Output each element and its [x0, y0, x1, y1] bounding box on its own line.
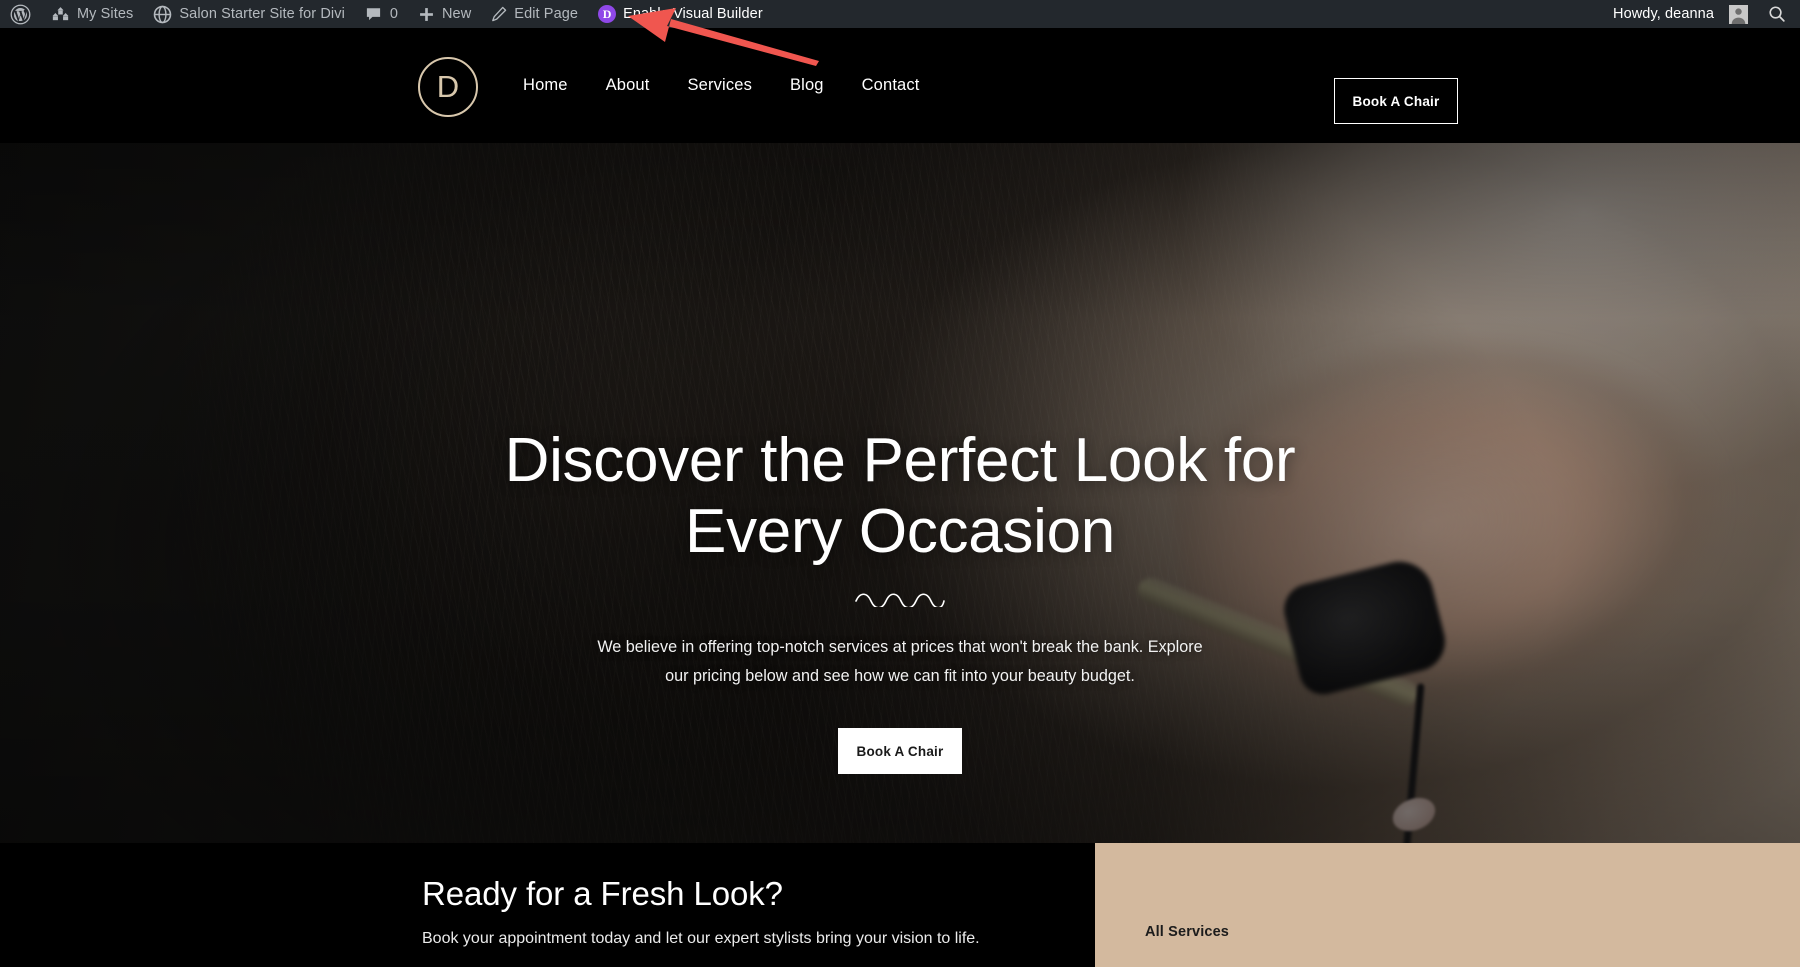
admin-bar-item-enable-visual-builder[interactable]: D Enable Visual Builder: [588, 0, 773, 28]
search-icon: [1768, 5, 1786, 23]
admin-bar-item-comments[interactable]: 0: [355, 0, 408, 28]
nav-item-about[interactable]: About: [587, 76, 669, 95]
admin-bar-item-edit-page[interactable]: Edit Page: [481, 0, 588, 28]
nav-item-blog[interactable]: Blog: [771, 76, 843, 95]
user-avatar-icon: [1729, 4, 1748, 24]
admin-bar-new-label: New: [441, 6, 472, 22]
bottom-section: Ready for a Fresh Look? Book your appoin…: [0, 843, 1800, 967]
admin-bar-site-name-label: Salon Starter Site for Divi: [179, 6, 345, 22]
admin-bar-item-new[interactable]: New: [408, 0, 481, 28]
hero-subtitle: We believe in offering top-notch service…: [597, 638, 1203, 685]
site-logo-letter: D: [436, 68, 460, 104]
wp-logo-button[interactable]: [0, 0, 41, 28]
header-book-a-chair-button[interactable]: Book A Chair: [1334, 78, 1458, 124]
admin-bar-search-button[interactable]: [1758, 0, 1800, 28]
comment-bubble-icon: [365, 6, 382, 23]
all-services-panel: All Services: [1095, 843, 1800, 967]
fresh-look-panel: Ready for a Fresh Look? Book your appoin…: [0, 843, 1095, 967]
site-header: D Home About Services Blog Contact Book …: [0, 28, 1800, 143]
admin-bar-item-site-name[interactable]: Salon Starter Site for Divi: [143, 0, 355, 28]
site-globe-icon: [153, 5, 172, 24]
nav-item-home[interactable]: Home: [504, 76, 587, 95]
hero-title-line-2: Every Occasion: [685, 496, 1115, 566]
divi-d-icon: D: [598, 5, 617, 23]
wp-admin-bar: My Sites Salon Starter Site for Divi 0 N…: [0, 0, 1800, 28]
nav-item-contact[interactable]: Contact: [843, 76, 939, 95]
admin-bar-my-sites-label: My Sites: [77, 6, 134, 22]
pencil-icon: [491, 6, 507, 22]
fresh-look-subtext: Book your appointment today and let our …: [422, 930, 980, 947]
fresh-look-heading: Ready for a Fresh Look?: [422, 875, 783, 912]
all-services-label: All Services: [1145, 924, 1230, 940]
hero-title: Discover the Perfect Look for Every Occa…: [450, 426, 1350, 567]
admin-bar-item-my-sites[interactable]: My Sites: [41, 0, 143, 28]
hero-content: Discover the Perfect Look for Every Occa…: [0, 143, 1800, 843]
hero-title-line-1: Discover the Perfect Look for: [504, 426, 1296, 495]
enable-visual-builder-label: Enable Visual Builder: [623, 6, 763, 22]
wavy-line-divider-icon: [855, 593, 945, 608]
comment-count: 0: [389, 6, 398, 22]
primary-navigation: Home About Services Blog Contact: [504, 28, 939, 143]
admin-bar-my-account[interactable]: Howdy, deanna: [1603, 0, 1758, 28]
plus-icon: [418, 6, 435, 23]
admin-bar-edit-page-label: Edit Page: [514, 6, 579, 22]
howdy-label: Howdy, deanna: [1613, 6, 1714, 22]
sites-house-icon: [51, 6, 70, 23]
wordpress-logo-icon: [10, 4, 31, 25]
hero-section: Discover the Perfect Look for Every Occa…: [0, 143, 1800, 843]
hero-book-a-chair-button[interactable]: Book A Chair: [838, 728, 962, 775]
nav-item-services[interactable]: Services: [669, 76, 771, 95]
site-logo[interactable]: D: [418, 57, 478, 117]
